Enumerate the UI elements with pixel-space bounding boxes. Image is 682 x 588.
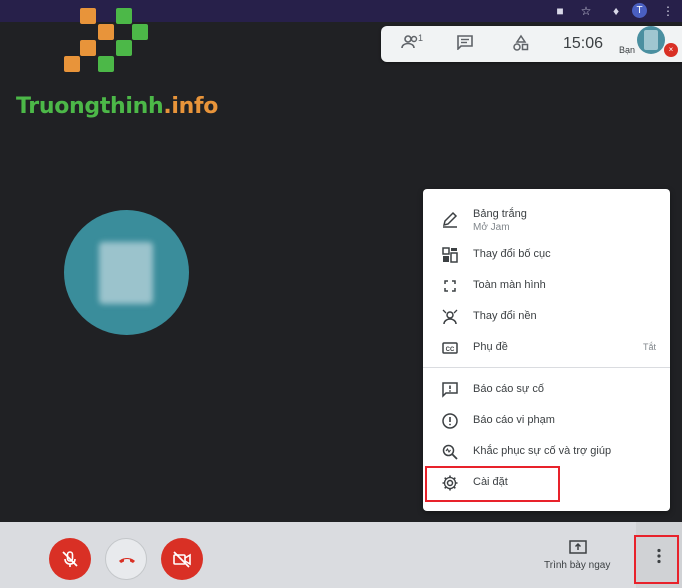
people-count: 1 (418, 33, 424, 43)
call-controls-bar: Trình bày ngay (0, 522, 682, 588)
self-mic-off-icon: × (664, 43, 678, 57)
menu-label: Khắc phục sự cố và trợ giúp (473, 445, 612, 457)
leave-call-button[interactable] (105, 538, 147, 580)
camera-indicator-icon[interactable]: ■ (552, 3, 568, 19)
participant-avatar (64, 210, 189, 335)
menu-label: Toàn màn hình (473, 279, 546, 291)
star-bookmark-icon[interactable]: ☆ (578, 3, 594, 19)
menu-label: Báo cáo sự cố (473, 383, 544, 395)
present-now-button[interactable]: Trình bày ngay (536, 522, 626, 588)
menu-label: Thay đổi bố cục (473, 248, 551, 260)
mic-off-icon (62, 551, 78, 567)
more-options-menu: Bảng trắng Mở Jam Thay đổi bố cục Toàn m… (423, 189, 670, 511)
mic-toggle-button[interactable] (49, 538, 91, 580)
menu-item-report-problem[interactable]: Báo cáo sự cố (423, 377, 670, 405)
hang-up-icon (119, 558, 135, 563)
participant-photo (99, 242, 153, 304)
layout-icon (442, 247, 458, 263)
chat-icon (457, 35, 473, 51)
present-now-label: Trình bày ngay (544, 560, 611, 571)
activities-icon (513, 34, 529, 51)
self-label: Bạn (619, 45, 636, 55)
menu-label: Báo cáo vi phạm (473, 414, 555, 426)
browser-menu-icon[interactable]: ⋮ (660, 3, 676, 19)
camera-off-icon (173, 551, 191, 568)
activities-button[interactable] (511, 34, 531, 54)
menu-item-whiteboard[interactable]: Bảng trắng Mở Jam (423, 207, 670, 241)
report-problem-icon (442, 382, 458, 398)
present-screen-icon (569, 540, 587, 554)
camera-toggle-button[interactable] (161, 538, 203, 580)
self-video-tile[interactable] (637, 26, 665, 54)
background-icon (442, 309, 458, 325)
watermark-brand: Truongthinh (16, 94, 164, 119)
menu-item-change-layout[interactable]: Thay đổi bố cục (423, 242, 670, 270)
extensions-icon[interactable]: ♦ (608, 3, 624, 19)
menu-label: Bảng trắng (473, 208, 527, 220)
report-abuse-icon (442, 413, 458, 429)
settings-highlight-box (425, 466, 560, 502)
menu-item-troubleshoot[interactable]: Khắc phục sự cố và trợ giúp (423, 439, 670, 467)
menu-item-fullscreen[interactable]: Toàn màn hình (423, 273, 670, 301)
watermark-suffix: .info (163, 94, 219, 119)
captions-state: Tắt (642, 342, 656, 352)
svg-text:CC: CC (446, 347, 455, 353)
menu-label: Phụ đề (473, 341, 508, 353)
watermark-text: Truongthinh.info (16, 94, 218, 119)
more-options-highlight-box (634, 535, 679, 584)
profile-avatar[interactable]: T (632, 3, 647, 18)
captions-icon: CC (442, 342, 458, 354)
watermark-logo: Truongthinh.info (8, 8, 218, 119)
menu-divider (423, 367, 670, 368)
pen-icon (442, 211, 458, 228)
menu-item-change-background[interactable]: Thay đổi nền (423, 304, 670, 332)
chat-button[interactable] (455, 34, 475, 54)
menu-sublabel: Mở Jam (473, 222, 510, 233)
meeting-clock: 15:06 (563, 35, 604, 52)
menu-item-captions[interactable]: CC Phụ đề Tắt (423, 335, 670, 363)
troubleshoot-icon (442, 444, 458, 460)
menu-item-report-abuse[interactable]: Báo cáo vi phạm (423, 408, 670, 436)
people-button[interactable]: 1 (397, 33, 425, 54)
menu-label: Thay đổi nền (473, 310, 537, 322)
fullscreen-icon (444, 280, 456, 292)
